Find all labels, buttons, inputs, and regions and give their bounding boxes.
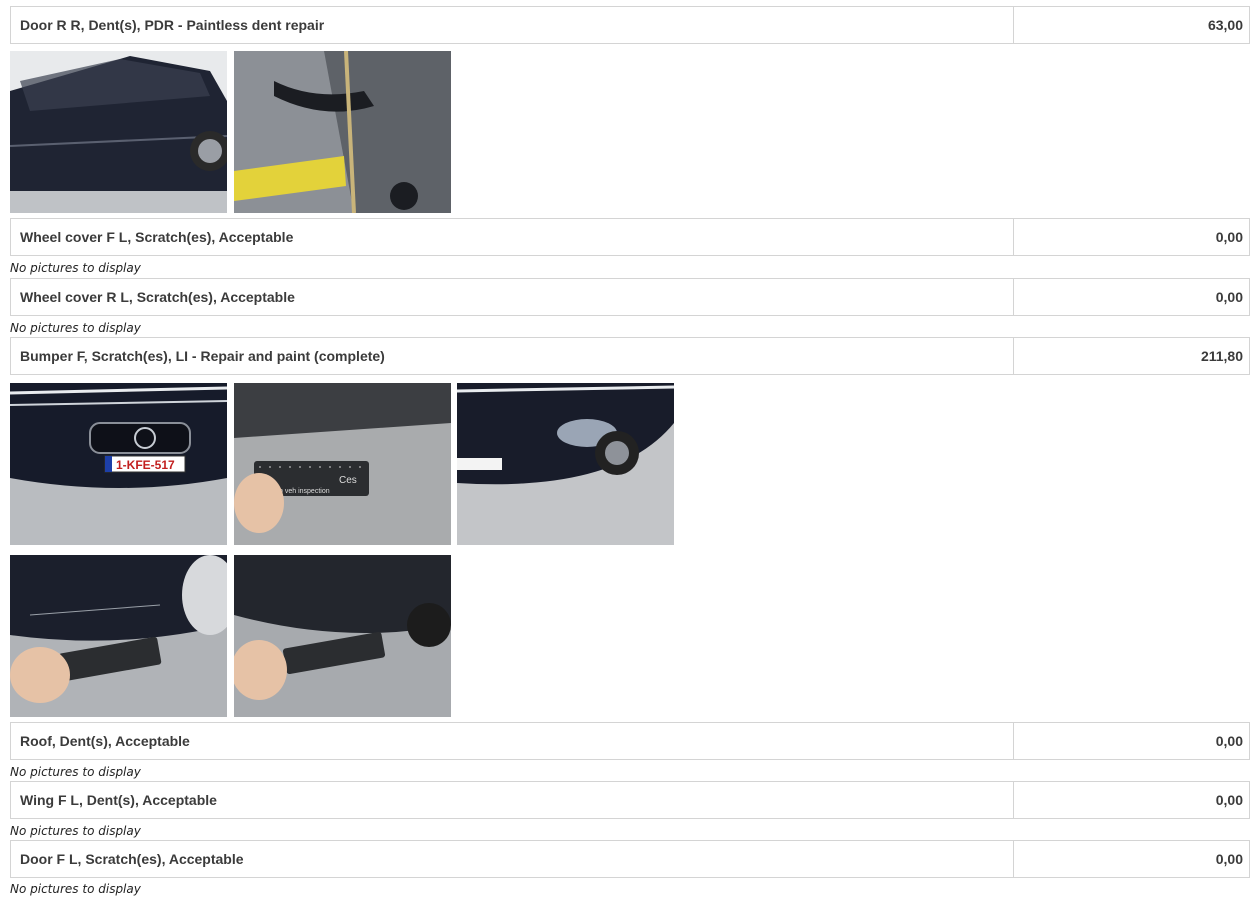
no-pictures-note: No pictures to display <box>10 765 141 779</box>
damage-description: Door F L, Scratch(es), Acceptable <box>11 841 1014 877</box>
damage-amount: 0,00 <box>1215 851 1243 867</box>
damage-amount: 211,80 <box>1200 348 1243 364</box>
damage-photo[interactable] <box>10 51 227 213</box>
no-pictures-note: No pictures to display <box>10 824 141 838</box>
license-plate-text: 1-KFE-517 <box>116 458 175 472</box>
damage-description: Bumper F, Scratch(es), LI - Repair and p… <box>11 338 1014 374</box>
damage-description: Wing F L, Dent(s), Acceptable <box>11 782 1014 818</box>
no-pictures-note: No pictures to display <box>10 882 141 896</box>
no-pictures-note: No pictures to display <box>10 261 141 275</box>
damage-row: Wing F L, Dent(s), Acceptable 0,00 <box>10 781 1250 819</box>
damage-row: Roof, Dent(s), Acceptable 0,00 <box>10 722 1250 760</box>
damage-row: Wheel cover F L, Scratch(es), Acceptable… <box>10 218 1250 256</box>
damage-row: Bumper F, Scratch(es), LI - Repair and p… <box>10 337 1250 375</box>
damage-row: Door R R, Dent(s), PDR - Paintless dent … <box>10 6 1250 44</box>
no-pictures-note: No pictures to display <box>10 321 141 335</box>
damage-photo[interactable]: 1-KFE-517 <box>10 383 227 545</box>
damage-amount: 0,00 <box>1215 733 1243 749</box>
damage-description: Wheel cover F L, Scratch(es), Acceptable <box>11 219 1014 255</box>
damage-photo[interactable]: Ces acedam veh inspection <box>234 383 451 545</box>
gauge-brand-text: Ces <box>339 475 357 486</box>
damage-photo[interactable] <box>234 51 451 213</box>
damage-amount: 0,00 <box>1215 792 1243 808</box>
damage-description: Roof, Dent(s), Acceptable <box>11 723 1014 759</box>
license-plate: 1-KFE-517 <box>104 455 186 473</box>
damage-amount: 63,00 <box>1207 17 1243 33</box>
damage-amount: 0,00 <box>1215 289 1243 305</box>
damage-photo[interactable] <box>457 383 674 545</box>
damage-row: Door F L, Scratch(es), Acceptable 0,00 <box>10 840 1250 878</box>
damage-photo[interactable] <box>10 555 227 717</box>
damage-description: Wheel cover R L, Scratch(es), Acceptable <box>11 279 1014 315</box>
damage-photo[interactable] <box>234 555 451 717</box>
damage-row: Wheel cover R L, Scratch(es), Acceptable… <box>10 278 1250 316</box>
damage-description: Door R R, Dent(s), PDR - Paintless dent … <box>11 7 1014 43</box>
damage-amount: 0,00 <box>1215 229 1243 245</box>
